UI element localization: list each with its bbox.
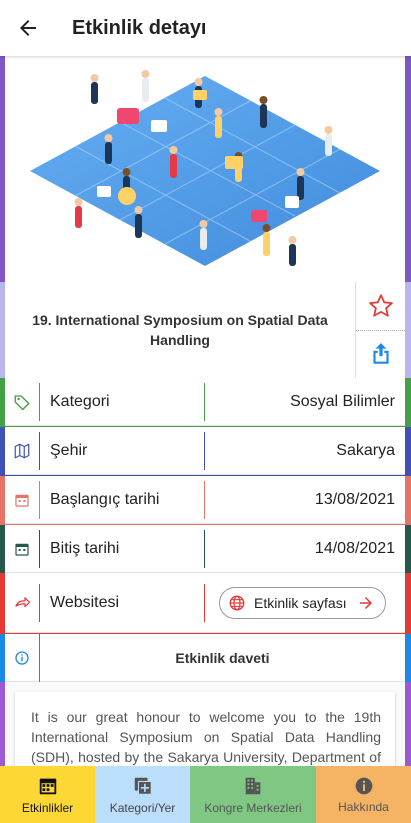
nav-label: Hakkında <box>338 799 389 814</box>
event-title-strip: 19. International Symposium on Spatial D… <box>0 282 411 378</box>
nav-events[interactable]: Etkinlikler <box>0 766 95 823</box>
website-row-strip: Websitesi Etkinlik sayfası <box>0 573 411 634</box>
category-row: Kategori Sosyal Bilimler <box>5 378 405 426</box>
category-label: Kategori <box>50 392 110 410</box>
calendar-icon <box>39 778 56 794</box>
nav-about[interactable]: Hakkında <box>316 766 411 823</box>
favorite-button[interactable] <box>356 282 405 331</box>
add-box-icon <box>134 777 152 795</box>
start-date-row-strip: Başlangıç tarihi 13/08/2021 <box>0 476 411 525</box>
calendar-icon <box>5 525 39 572</box>
nav-category-place[interactable]: Kategori/Yer <box>95 766 190 823</box>
category-value: Sosyal Bilimler <box>290 392 395 410</box>
start-date-label: Başlangıç tarihi <box>50 490 160 508</box>
bottom-navigation: Etkinlikler Kategori/Yer Kongre Merkezle… <box>0 766 411 823</box>
event-image <box>5 56 405 282</box>
event-illustration <box>30 70 380 266</box>
nav-congress-centers[interactable]: Kongre Merkezleri <box>190 766 316 823</box>
city-row-strip: Şehir Sakarya <box>0 427 411 476</box>
start-date-value: 13/08/2021 <box>314 490 395 508</box>
end-date-row-strip: Bitiş tarihi 14/08/2021 <box>0 525 411 574</box>
description-strip: It is our great honour to welcome you to… <box>0 682 411 772</box>
nav-label: Kategori/Yer <box>109 800 176 815</box>
building-icon <box>245 777 261 794</box>
invite-row: Etkinlik daveti <box>5 633 405 682</box>
share-button[interactable] <box>356 331 405 379</box>
invite-title: Etkinlik daveti <box>175 649 270 666</box>
event-page-button[interactable]: Etkinlik sayfası <box>219 586 386 619</box>
tag-icon <box>5 378 39 425</box>
star-outline-icon <box>368 294 393 317</box>
end-date-value: 14/08/2021 <box>314 539 395 557</box>
event-description: It is our great honour to welcome you to… <box>15 692 395 772</box>
invite-row-strip: Etkinlik daveti <box>0 633 411 682</box>
calendar-icon <box>5 476 39 523</box>
share-icon <box>372 343 389 364</box>
page-title: Etkinlik detayı <box>72 16 207 39</box>
start-date-row: Başlangıç tarihi 13/08/2021 <box>5 476 405 524</box>
description-area: It is our great honour to welcome you to… <box>5 682 405 772</box>
info-icon <box>355 777 372 794</box>
arrow-forward-icon <box>359 596 372 609</box>
back-button[interactable] <box>0 0 56 56</box>
app-bar: Etkinlik detayı <box>0 0 411 56</box>
city-label: Şehir <box>50 441 88 459</box>
event-actions <box>355 282 405 378</box>
globe-icon <box>229 595 245 610</box>
event-page-label: Etkinlik sayfası <box>254 594 347 611</box>
arrow-back-icon <box>20 20 36 36</box>
row-divider <box>204 583 205 622</box>
city-row: Şehir Sakarya <box>5 427 405 475</box>
city-value: Sakarya <box>336 441 395 459</box>
website-label: Websitesi <box>50 593 120 611</box>
category-row-strip: Kategori Sosyal Bilimler <box>0 378 411 427</box>
info-icon <box>5 634 39 681</box>
event-title-card: 19. International Symposium on Spatial D… <box>5 282 405 378</box>
end-date-row: Bitiş tarihi 14/08/2021 <box>5 525 405 573</box>
event-title: 19. International Symposium on Spatial D… <box>32 312 328 348</box>
nav-label: Kongre Merkezleri <box>204 800 302 815</box>
map-icon <box>5 427 39 474</box>
end-date-label: Bitiş tarihi <box>50 539 120 557</box>
website-row: Websitesi Etkinlik sayfası <box>5 573 405 633</box>
hero-strip <box>0 56 411 282</box>
nav-label: Etkinlikler <box>21 800 74 815</box>
forward-arrow-icon <box>5 573 39 632</box>
